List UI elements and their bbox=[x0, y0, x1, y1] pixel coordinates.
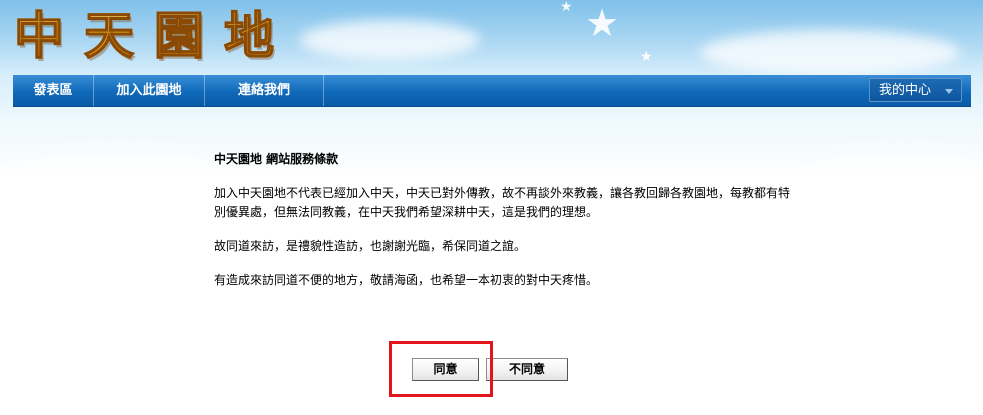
logo-char: 中 bbox=[13, 6, 65, 65]
highlight-box bbox=[389, 341, 493, 397]
cloud-decoration bbox=[0, 150, 240, 210]
site-logo[interactable]: 中 天 園 地 bbox=[13, 4, 275, 65]
logo-char: 天 bbox=[83, 6, 135, 65]
terms-title: 中天園地 網站服務條款 bbox=[214, 152, 339, 166]
disagree-button[interactable]: 不同意 bbox=[486, 358, 568, 381]
logo-char: 地 bbox=[223, 6, 275, 65]
star-icon: ★ bbox=[585, 1, 620, 45]
star-icon: ★ bbox=[560, 0, 573, 15]
terms-content: 中天園地 網站服務條款 加入中天園地不代表已經加入中天，中天已對外傳教，故不再談… bbox=[214, 151, 794, 305]
nav-item-post-area[interactable]: 發表區 bbox=[13, 75, 94, 106]
terms-paragraph: 加入中天園地不代表已經加入中天，中天已對外傳教，故不再談外來教義，讓各教回歸各教… bbox=[214, 186, 791, 219]
cloud-decoration bbox=[800, 150, 983, 205]
cloud-decoration bbox=[300, 20, 480, 60]
my-center-label: 我的中心 bbox=[879, 83, 932, 98]
terms-paragraph: 有造成來訪同道不便的地方，敬請海函，也希望一本初衷的對中天疼惜。 bbox=[214, 273, 599, 287]
caret-down-icon bbox=[945, 89, 953, 94]
logo-char: 園 bbox=[153, 6, 205, 65]
my-center-dropdown[interactable]: 我的中心 bbox=[869, 78, 962, 102]
nav-item-contact[interactable]: 連絡我們 bbox=[205, 75, 324, 106]
terms-paragraph: 故同道來訪，是禮貌性造訪，也謝謝光臨，希保同道之誼。 bbox=[214, 239, 527, 253]
main-navbar: 發表區 加入此園地 連絡我們 我的中心 bbox=[13, 75, 971, 107]
star-icon: ★ bbox=[640, 49, 653, 65]
cloud-decoration bbox=[700, 30, 960, 75]
nav-item-join[interactable]: 加入此園地 bbox=[94, 75, 205, 106]
